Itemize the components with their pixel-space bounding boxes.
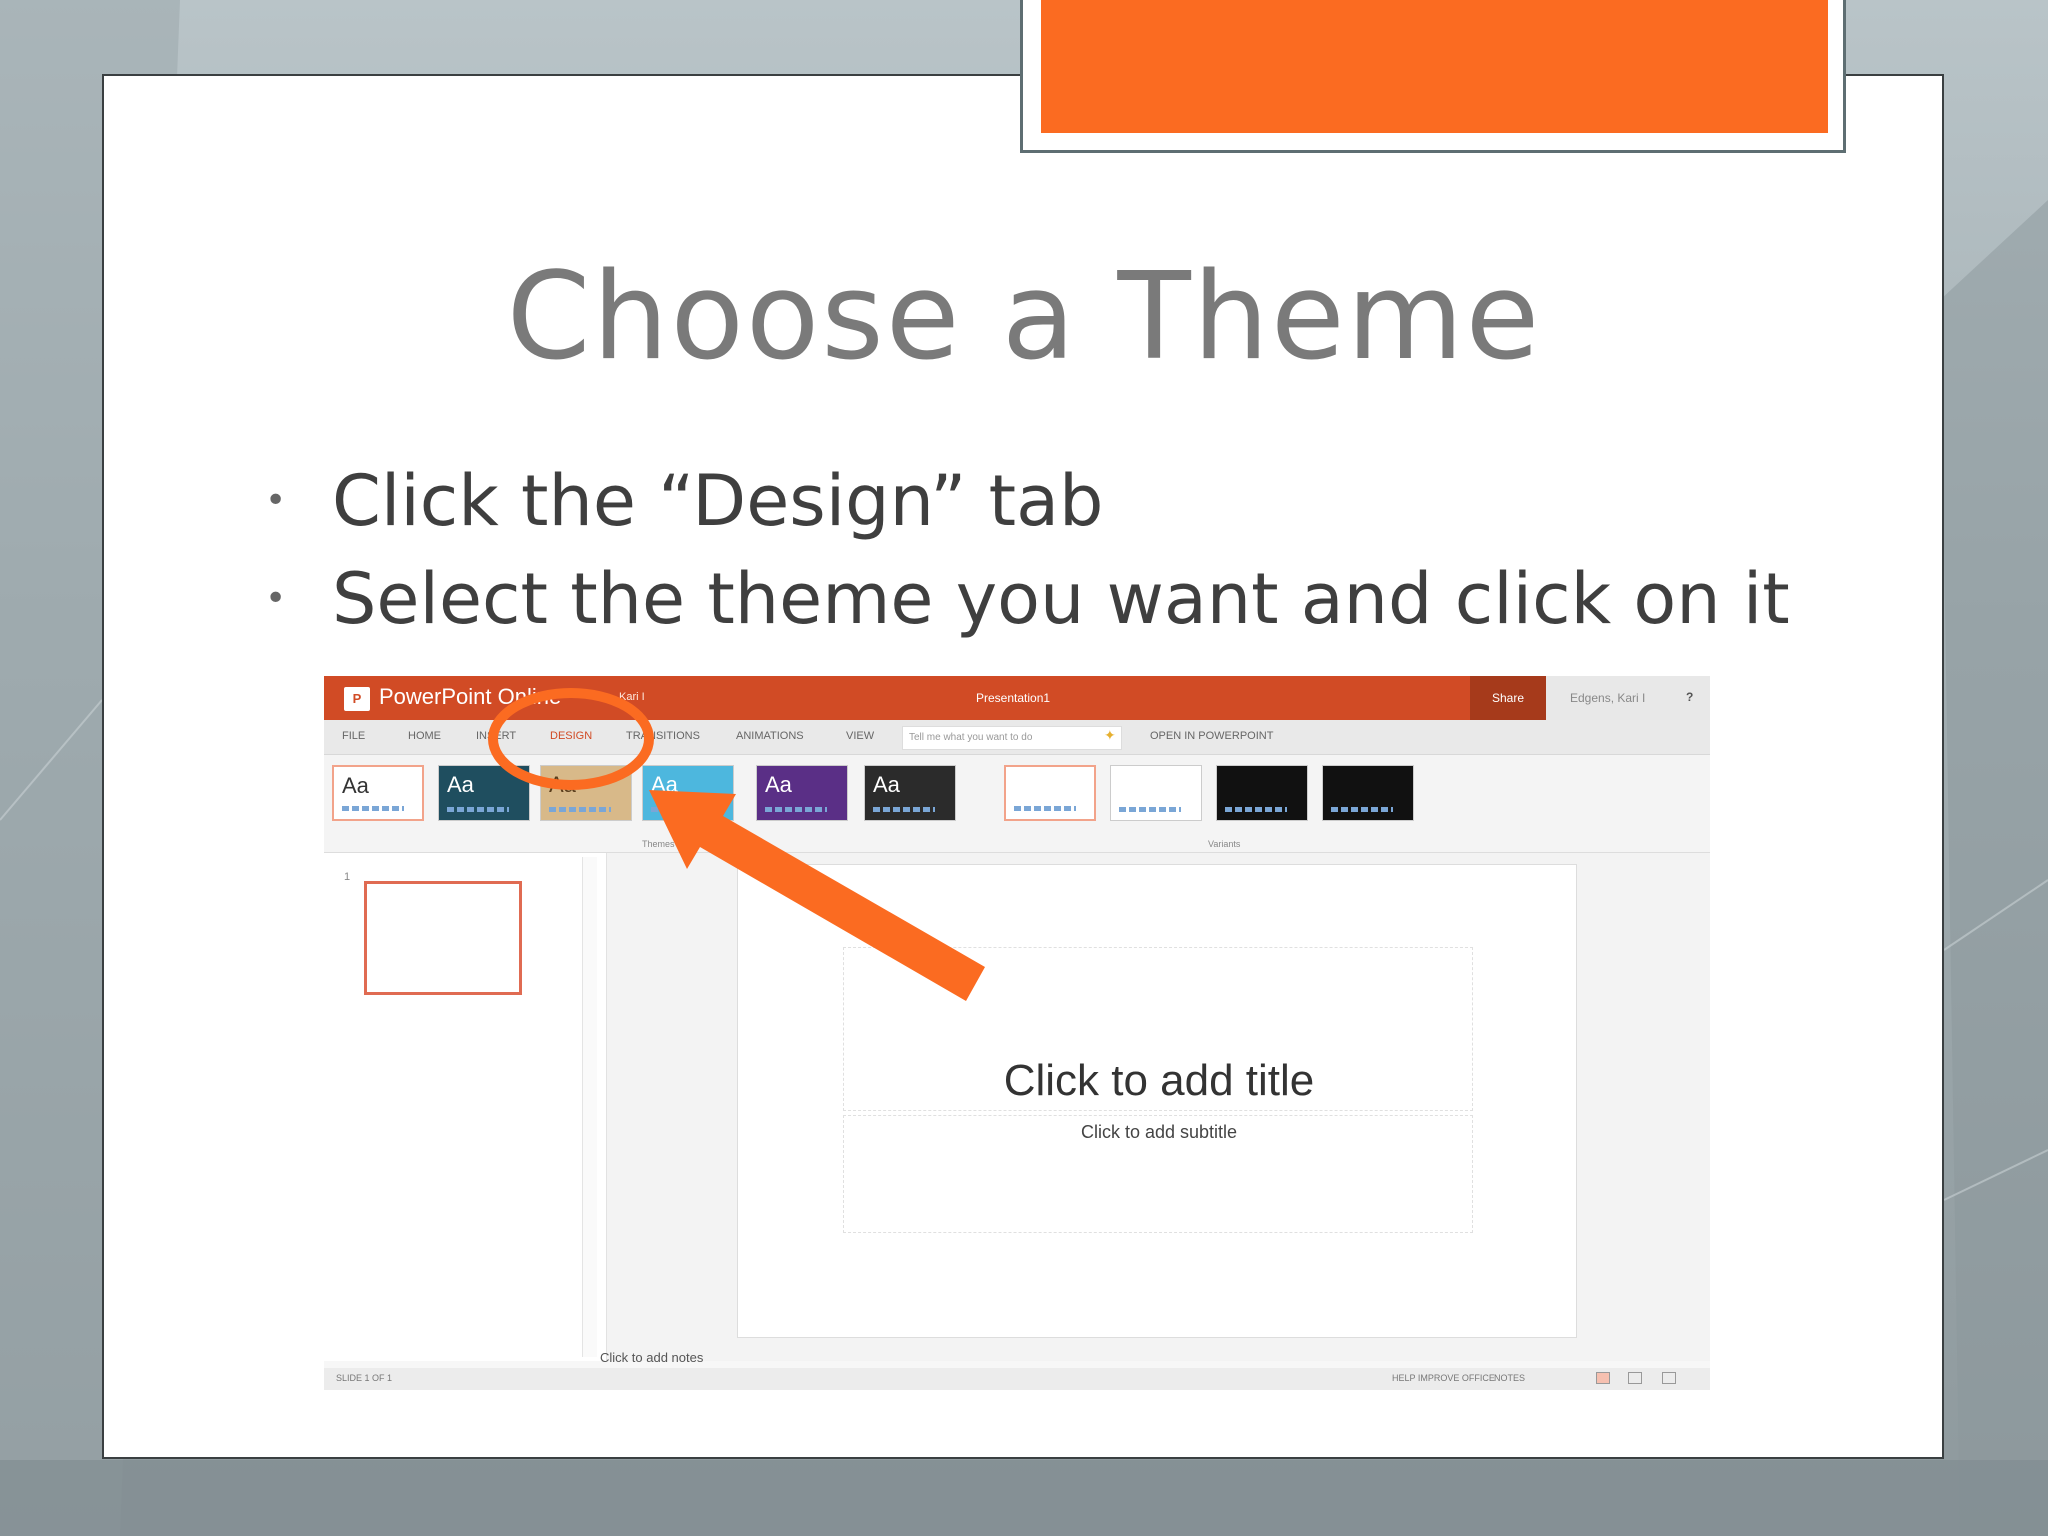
bullet-text: Click the “Design” tab: [332, 460, 1104, 542]
app-title-bar: P PowerPoint Online Kari I Presentation1…: [324, 676, 1710, 720]
notes-placeholder[interactable]: Click to add notes: [600, 1350, 703, 1365]
slide-title: Choose a Theme: [506, 248, 1542, 387]
help-button[interactable]: ?: [1686, 690, 1693, 704]
account-area[interactable]: Edgens, Kari I ?: [1546, 676, 1710, 720]
slide-canvas: Click to add title Click to add subtitle: [737, 864, 1577, 1338]
variant-swatches: [1331, 807, 1393, 812]
theme-swatches: [651, 807, 713, 812]
themes-group-label: Themes: [642, 839, 675, 849]
normal-view-icon[interactable]: [1596, 1372, 1610, 1384]
user-short-name: Kari I: [619, 691, 645, 703]
lightbulb-icon: ✦: [1104, 727, 1116, 743]
theme-dark[interactable]: Aa: [864, 765, 956, 821]
variant-4[interactable]: [1322, 765, 1414, 821]
title-placeholder-text: Click to add title: [1003, 1056, 1315, 1105]
title-placeholder[interactable]: Click to add title: [843, 947, 1473, 1111]
help-improve-office-link[interactable]: HELP IMPROVE OFFICE: [1392, 1373, 1495, 1383]
theme-swatches: [873, 807, 935, 812]
slide-count: SLIDE 1 OF 1: [336, 1373, 393, 1383]
subtitle-placeholder[interactable]: Click to add subtitle: [843, 1115, 1473, 1233]
theme-ion[interactable]: Aa: [438, 765, 530, 821]
tell-me-placeholder: Tell me what you want to do: [909, 732, 1033, 743]
powerpoint-online-screenshot: P PowerPoint Online Kari I Presentation1…: [324, 676, 1710, 1390]
slide-sorter-icon[interactable]: [1628, 1372, 1642, 1384]
slide-number: 1: [344, 871, 351, 883]
bullet-list: • Click the “Design” tab • Select the th…: [265, 452, 1790, 648]
tab-home[interactable]: HOME: [408, 730, 441, 742]
variant-swatches: [1014, 806, 1076, 811]
slide-thumbnail-pane: 1: [324, 853, 607, 1361]
variant-3[interactable]: [1216, 765, 1308, 821]
variant-2[interactable]: [1110, 765, 1202, 821]
theme-sample-text: Aa: [873, 772, 900, 797]
status-bar: SLIDE 1 OF 1 HELP IMPROVE OFFICE NOTES: [324, 1368, 1710, 1390]
theme-swatches: [447, 807, 509, 812]
reading-view-icon[interactable]: [1662, 1372, 1676, 1384]
variants-group-label: Variants: [1208, 839, 1241, 849]
variant-1[interactable]: [1004, 765, 1096, 821]
pane-scrollbar[interactable]: [582, 857, 597, 1357]
theme-blue[interactable]: Aa: [642, 765, 734, 821]
theme-sample-text: Aa: [651, 772, 678, 797]
design-ribbon: Aa Aa Aa Aa Aa Aa Themes Variants: [324, 755, 1710, 853]
bullet-dot-icon: •: [265, 578, 287, 619]
theme-sample-text: Aa: [765, 772, 792, 797]
ribbon-tabs: FILE HOME INSERT DESIGN TRANSITIONS ANIM…: [324, 720, 1710, 755]
tab-view[interactable]: VIEW: [846, 730, 874, 742]
bullet-item: • Click the “Design” tab: [265, 452, 1790, 550]
theme-swatches: [765, 807, 827, 812]
accent-bar: [1041, 0, 1828, 133]
app-name: PowerPoint Online: [379, 684, 562, 709]
account-name: Edgens, Kari I: [1570, 691, 1646, 705]
open-in-powerpoint-button[interactable]: OPEN IN POWERPOINT: [1150, 730, 1273, 742]
bullet-text: Select the theme you want and click on i…: [332, 558, 1790, 640]
theme-wood[interactable]: Aa: [540, 765, 632, 821]
tab-animations[interactable]: ANIMATIONS: [736, 730, 804, 742]
theme-sample-text: Aa: [549, 772, 576, 797]
tab-transitions[interactable]: TRANSITIONS: [626, 730, 700, 742]
slide-thumbnail[interactable]: [364, 881, 522, 995]
theme-sample-text: Aa: [447, 772, 474, 797]
notes-toggle[interactable]: NOTES: [1494, 1373, 1525, 1383]
bullet-item: • Select the theme you want and click on…: [265, 550, 1790, 648]
document-title: Presentation1: [976, 691, 1051, 705]
tab-insert[interactable]: INSERT: [476, 730, 516, 742]
tab-file[interactable]: FILE: [342, 730, 365, 742]
share-button[interactable]: Share: [1470, 676, 1546, 720]
theme-swatches: [342, 806, 404, 811]
theme-office[interactable]: Aa: [332, 765, 424, 821]
theme-sample-text: Aa: [342, 773, 369, 798]
variant-swatches: [1225, 807, 1287, 812]
theme-swatches: [549, 807, 611, 812]
tell-me-input[interactable]: Tell me what you want to do: [902, 726, 1122, 750]
variant-swatches: [1119, 807, 1181, 812]
tab-design[interactable]: DESIGN: [550, 730, 592, 742]
powerpoint-logo-icon: P: [344, 687, 370, 711]
bullet-dot-icon: •: [265, 480, 287, 521]
subtitle-placeholder-text: Click to add subtitle: [1080, 1122, 1238, 1142]
theme-purple[interactable]: Aa: [756, 765, 848, 821]
